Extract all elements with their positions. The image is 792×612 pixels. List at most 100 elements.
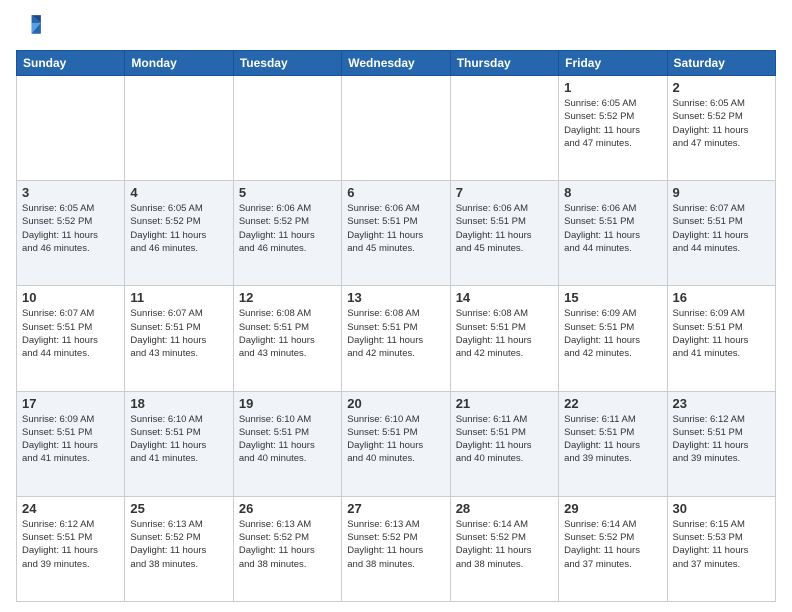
- day-number: 15: [564, 290, 661, 305]
- day-number: 24: [22, 501, 119, 516]
- day-number: 10: [22, 290, 119, 305]
- day-info: Sunrise: 6:15 AM Sunset: 5:53 PM Dayligh…: [673, 518, 770, 571]
- calendar-cell: 11Sunrise: 6:07 AM Sunset: 5:51 PM Dayli…: [125, 286, 233, 391]
- day-number: 1: [564, 80, 661, 95]
- calendar-cell: [342, 76, 450, 181]
- day-number: 14: [456, 290, 553, 305]
- calendar-cell: 6 Sunrise: 6:06 AM Sunset: 5:51 PM Daylig…: [342, 181, 450, 286]
- logo: [16, 12, 48, 40]
- day-info: Sunrise: 6:10 AM Sunset: 5:51 PM Dayligh…: [239, 413, 336, 466]
- calendar-week-1: 1 Sunrise: 6:05 AM Sunset: 5:52 PM Daylig…: [17, 76, 776, 181]
- calendar-cell: 13Sunrise: 6:08 AM Sunset: 5:51 PM Dayli…: [342, 286, 450, 391]
- day-info: Sunrise: 6:13 AM Sunset: 5:52 PM Dayligh…: [347, 518, 444, 571]
- day-number: 22: [564, 396, 661, 411]
- day-info: Sunrise: 6:06 AM Sunset: 5:51 PM Dayligh…: [564, 202, 661, 255]
- calendar-cell: 8 Sunrise: 6:06 AM Sunset: 5:51 PM Daylig…: [559, 181, 667, 286]
- calendar-cell: [233, 76, 341, 181]
- day-info: Sunrise: 6:14 AM Sunset: 5:52 PM Dayligh…: [456, 518, 553, 571]
- day-info: Sunrise: 6:10 AM Sunset: 5:51 PM Dayligh…: [347, 413, 444, 466]
- weekday-header-thursday: Thursday: [450, 51, 558, 76]
- calendar-cell: 12Sunrise: 6:08 AM Sunset: 5:51 PM Dayli…: [233, 286, 341, 391]
- calendar-cell: 9 Sunrise: 6:07 AM Sunset: 5:51 PM Daylig…: [667, 181, 775, 286]
- weekday-header-tuesday: Tuesday: [233, 51, 341, 76]
- day-info: Sunrise: 6:06 AM Sunset: 5:51 PM Dayligh…: [347, 202, 444, 255]
- calendar-cell: 29 Sunrise: 6:14 AM Sunset: 5:52 PM Dayli…: [559, 496, 667, 601]
- day-info: Sunrise: 6:08 AM Sunset: 5:51 PM Dayligh…: [456, 307, 553, 360]
- day-info: Sunrise: 6:08 AM Sunset: 5:51 PM Dayligh…: [239, 307, 336, 360]
- day-info: Sunrise: 6:07 AM Sunset: 5:51 PM Dayligh…: [130, 307, 227, 360]
- calendar-cell: 10 Sunrise: 6:07 AM Sunset: 5:51 PM Dayli…: [17, 286, 125, 391]
- calendar-cell: 5 Sunrise: 6:06 AM Sunset: 5:52 PM Daylig…: [233, 181, 341, 286]
- day-info: Sunrise: 6:05 AM Sunset: 5:52 PM Dayligh…: [22, 202, 119, 255]
- day-number: 2: [673, 80, 770, 95]
- day-number: 8: [564, 185, 661, 200]
- day-info: Sunrise: 6:06 AM Sunset: 5:52 PM Dayligh…: [239, 202, 336, 255]
- day-info: Sunrise: 6:11 AM Sunset: 5:51 PM Dayligh…: [564, 413, 661, 466]
- calendar-cell: 27 Sunrise: 6:13 AM Sunset: 5:52 PM Dayli…: [342, 496, 450, 601]
- calendar-cell: 1Sunrise: 6:05 AM Sunset: 5:52 PM Daylig…: [559, 76, 667, 181]
- day-info: Sunrise: 6:05 AM Sunset: 5:52 PM Dayligh…: [673, 97, 770, 150]
- calendar-cell: 18Sunrise: 6:10 AM Sunset: 5:51 PM Dayli…: [125, 391, 233, 496]
- calendar-cell: 14 Sunrise: 6:08 AM Sunset: 5:51 PM Dayli…: [450, 286, 558, 391]
- day-info: Sunrise: 6:09 AM Sunset: 5:51 PM Dayligh…: [673, 307, 770, 360]
- day-number: 6: [347, 185, 444, 200]
- calendar-cell: 24Sunrise: 6:12 AM Sunset: 5:51 PM Dayli…: [17, 496, 125, 601]
- day-number: 7: [456, 185, 553, 200]
- calendar-cell: 28 Sunrise: 6:14 AM Sunset: 5:52 PM Dayli…: [450, 496, 558, 601]
- day-info: Sunrise: 6:11 AM Sunset: 5:51 PM Dayligh…: [456, 413, 553, 466]
- calendar-cell: [17, 76, 125, 181]
- day-info: Sunrise: 6:07 AM Sunset: 5:51 PM Dayligh…: [673, 202, 770, 255]
- day-number: 5: [239, 185, 336, 200]
- day-info: Sunrise: 6:10 AM Sunset: 5:51 PM Dayligh…: [130, 413, 227, 466]
- day-number: 29: [564, 501, 661, 516]
- day-info: Sunrise: 6:07 AM Sunset: 5:51 PM Dayligh…: [22, 307, 119, 360]
- calendar-table: SundayMondayTuesdayWednesdayThursdayFrid…: [16, 50, 776, 602]
- calendar-cell: 30 Sunrise: 6:15 AM Sunset: 5:53 PM Dayli…: [667, 496, 775, 601]
- weekday-header-wednesday: Wednesday: [342, 51, 450, 76]
- calendar-week-4: 17 Sunrise: 6:09 AM Sunset: 5:51 PM Dayli…: [17, 391, 776, 496]
- calendar-cell: 19 Sunrise: 6:10 AM Sunset: 5:51 PM Dayli…: [233, 391, 341, 496]
- calendar-cell: 23 Sunrise: 6:12 AM Sunset: 5:51 PM Dayli…: [667, 391, 775, 496]
- day-number: 28: [456, 501, 553, 516]
- day-info: Sunrise: 6:12 AM Sunset: 5:51 PM Dayligh…: [673, 413, 770, 466]
- page-container: SundayMondayTuesdayWednesdayThursdayFrid…: [0, 0, 792, 612]
- calendar-cell: 17 Sunrise: 6:09 AM Sunset: 5:51 PM Dayli…: [17, 391, 125, 496]
- calendar-week-5: 24Sunrise: 6:12 AM Sunset: 5:51 PM Dayli…: [17, 496, 776, 601]
- calendar-cell: 7 Sunrise: 6:06 AM Sunset: 5:51 PM Daylig…: [450, 181, 558, 286]
- calendar-cell: [450, 76, 558, 181]
- weekday-header-row: SundayMondayTuesdayWednesdayThursdayFrid…: [17, 51, 776, 76]
- day-info: Sunrise: 6:13 AM Sunset: 5:52 PM Dayligh…: [239, 518, 336, 571]
- day-info: Sunrise: 6:05 AM Sunset: 5:52 PM Dayligh…: [130, 202, 227, 255]
- calendar-cell: 15 Sunrise: 6:09 AM Sunset: 5:51 PM Dayli…: [559, 286, 667, 391]
- day-number: 9: [673, 185, 770, 200]
- weekday-header-friday: Friday: [559, 51, 667, 76]
- calendar-cell: 20 Sunrise: 6:10 AM Sunset: 5:51 PM Dayli…: [342, 391, 450, 496]
- day-number: 21: [456, 396, 553, 411]
- day-info: Sunrise: 6:06 AM Sunset: 5:51 PM Dayligh…: [456, 202, 553, 255]
- weekday-header-saturday: Saturday: [667, 51, 775, 76]
- day-info: Sunrise: 6:09 AM Sunset: 5:51 PM Dayligh…: [564, 307, 661, 360]
- calendar-cell: [125, 76, 233, 181]
- day-info: Sunrise: 6:09 AM Sunset: 5:51 PM Dayligh…: [22, 413, 119, 466]
- calendar-cell: 16 Sunrise: 6:09 AM Sunset: 5:51 PM Dayli…: [667, 286, 775, 391]
- weekday-header-sunday: Sunday: [17, 51, 125, 76]
- day-number: 25: [130, 501, 227, 516]
- day-info: Sunrise: 6:13 AM Sunset: 5:52 PM Dayligh…: [130, 518, 227, 571]
- day-number: 27: [347, 501, 444, 516]
- header: [16, 12, 776, 40]
- calendar-cell: 2 Sunrise: 6:05 AM Sunset: 5:52 PM Daylig…: [667, 76, 775, 181]
- calendar-cell: 3Sunrise: 6:05 AM Sunset: 5:52 PM Daylig…: [17, 181, 125, 286]
- day-number: 30: [673, 501, 770, 516]
- day-number: 4: [130, 185, 227, 200]
- day-number: 26: [239, 501, 336, 516]
- day-number: 23: [673, 396, 770, 411]
- day-info: Sunrise: 6:14 AM Sunset: 5:52 PM Dayligh…: [564, 518, 661, 571]
- day-number: 20: [347, 396, 444, 411]
- weekday-header-monday: Monday: [125, 51, 233, 76]
- day-number: 16: [673, 290, 770, 305]
- calendar-cell: 4 Sunrise: 6:05 AM Sunset: 5:52 PM Daylig…: [125, 181, 233, 286]
- day-info: Sunrise: 6:08 AM Sunset: 5:51 PM Dayligh…: [347, 307, 444, 360]
- day-number: 17: [22, 396, 119, 411]
- logo-icon: [16, 12, 44, 40]
- day-number: 19: [239, 396, 336, 411]
